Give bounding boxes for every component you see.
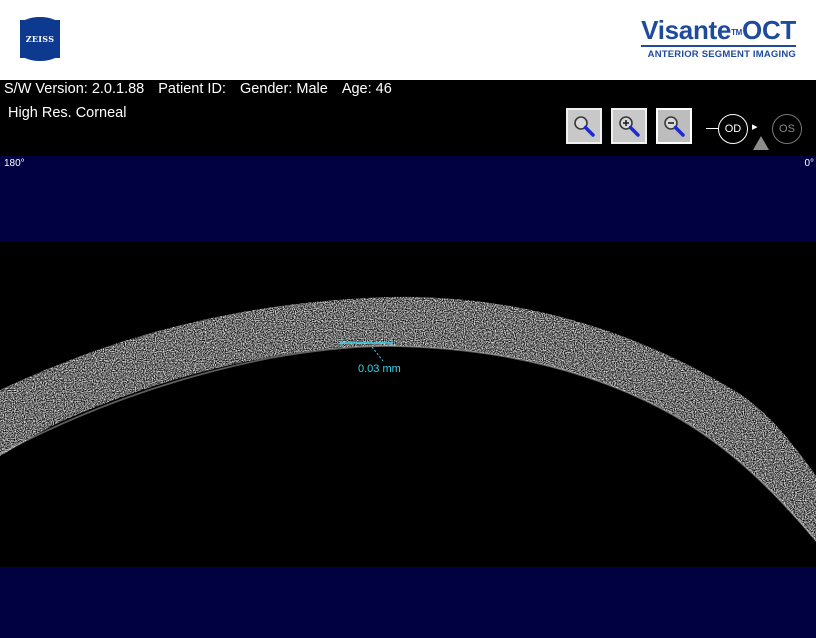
magnifier-icon — [574, 116, 595, 137]
brand-name: VisanteTMOCT — [641, 16, 796, 44]
angle-label-right: 0° — [804, 158, 814, 169]
eye-od-label: OD — [724, 123, 742, 135]
patient-info-line: S/W Version: 2.0.1.88 Patient ID: Gender: … — [4, 81, 406, 97]
selection-pointer-icon — [753, 136, 769, 150]
zoom-out-button[interactable] — [656, 108, 692, 144]
zeiss-logo: ZEISS — [20, 17, 60, 61]
arrow-right-icon: ▸ — [752, 121, 758, 133]
visante-brand: VisanteTMOCT ANTERIOR SEGMENT IMAGING — [641, 16, 796, 60]
cornea-layer — [0, 296, 816, 542]
header-bar: ZEISS VisanteTMOCT ANTERIOR SEGMENT IMAG… — [0, 0, 816, 80]
brand-name-main: Visante — [641, 15, 732, 45]
zeiss-logo-text: ZEISS — [25, 34, 55, 44]
eye-os-label: OS — [779, 123, 795, 135]
brand-name-suffix: OCT — [742, 15, 796, 45]
eye-connector-line — [706, 128, 718, 129]
oct-scan-view[interactable]: 180° 0° 0.03 mm — [0, 156, 816, 638]
magnifier-button[interactable] — [566, 108, 602, 144]
zoom-in-icon — [619, 116, 640, 137]
zoom-out-icon — [664, 116, 685, 137]
brand-trademark: TM — [731, 28, 743, 37]
patient-id: Patient ID: — [158, 81, 226, 97]
zoom-in-button[interactable] — [611, 108, 647, 144]
eye-od-button[interactable]: OD — [718, 114, 748, 144]
patient-info-panel: S/W Version: 2.0.1.88 Patient ID: Gender: … — [0, 80, 816, 156]
cornea-scan-image — [0, 296, 816, 542]
age: Age: 46 — [341, 81, 392, 97]
sw-version: S/W Version: 2.0.1.88 — [4, 81, 145, 97]
scan-mode: High Res. Corneal — [8, 105, 127, 121]
brand-tagline: ANTERIOR SEGMENT IMAGING — [647, 49, 796, 60]
eye-selector: OD ▸ OS — [706, 114, 812, 150]
eye-os-button[interactable]: OS — [772, 114, 802, 144]
brand-rule — [641, 45, 796, 47]
measurement-label: 0.03 mm — [358, 363, 401, 375]
measurement-leader-line — [371, 346, 384, 362]
angle-label-left: 180° — [4, 158, 25, 169]
gender: Gender: Male — [239, 81, 328, 97]
